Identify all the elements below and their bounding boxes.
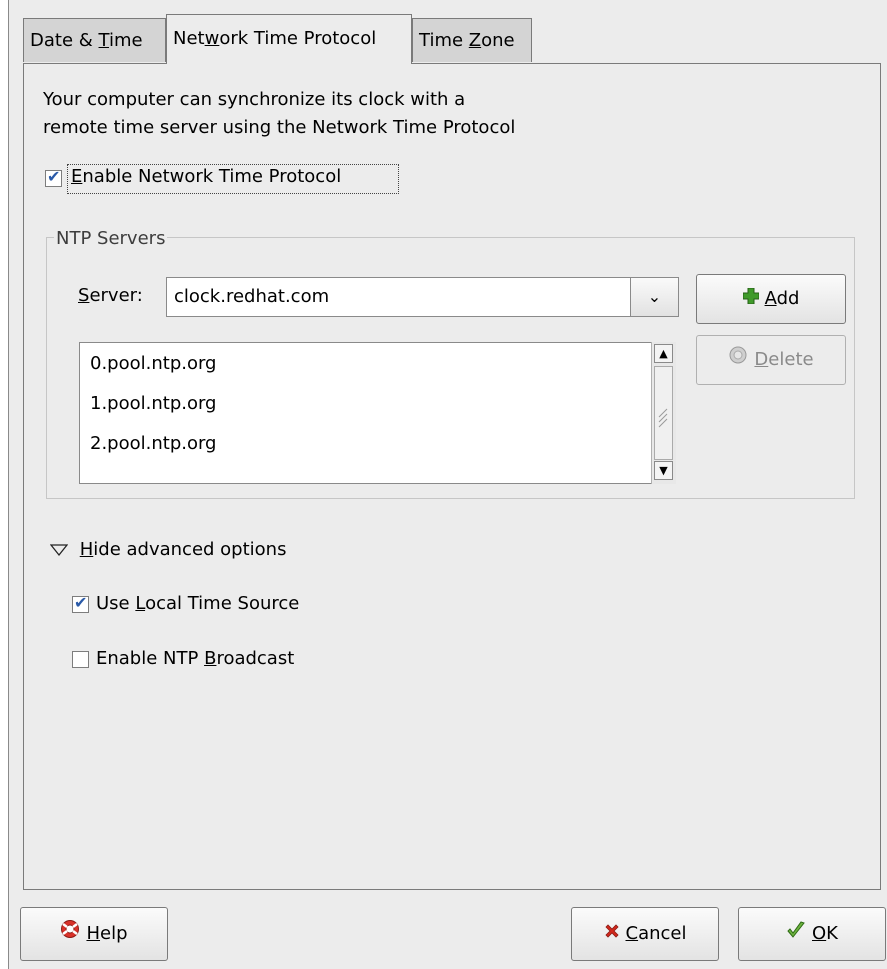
ntp-tab-panel: Your computer can synchronize its clock … <box>23 63 881 890</box>
trash-icon <box>728 336 748 384</box>
tab-ntp-label: Net <box>173 28 205 49</box>
advanced-options-toggle[interactable]: Hide advanced options <box>49 539 287 560</box>
tab-time-zone-mnemonic: Z <box>468 30 482 51</box>
broadcast-label-rest: roadcast <box>216 648 295 669</box>
ntp-server-list[interactable]: 0.pool.ntp.org 1.pool.ntp.org 2.pool.ntp… <box>79 342 676 484</box>
server-input-value: clock.redhat.com <box>174 286 330 307</box>
enable-ntp-label[interactable]: Enable Network Time Protocol <box>71 166 341 187</box>
add-mnemonic: A <box>764 288 777 309</box>
arrow-up-icon: ▲ <box>659 347 668 360</box>
checkmark-icon: ✔ <box>47 167 61 186</box>
enable-ntp-label-rest: nable Network Time Protocol <box>82 166 342 187</box>
help-mnemonic: H <box>86 923 101 944</box>
list-item[interactable]: 0.pool.ntp.org <box>90 353 216 374</box>
cancel-button[interactable]: Cancel <box>571 907 719 961</box>
plus-icon <box>742 275 760 323</box>
broadcast-label-pre: Enable NTP <box>96 648 205 669</box>
local-label-rest: ocal Time Source <box>145 593 300 614</box>
ok-mnemonic: O <box>812 923 827 944</box>
scroll-thumb[interactable] <box>654 366 673 460</box>
help-button[interactable]: Help <box>20 907 168 961</box>
tab-network-time-protocol[interactable]: Network Time Protocol <box>166 14 412 64</box>
tab-date-time-label: Date & <box>30 30 99 51</box>
scroll-up-button[interactable]: ▲ <box>654 344 673 363</box>
delete-mnemonic: D <box>754 349 769 370</box>
description-line-1: Your computer can synchronize its clock … <box>43 89 466 110</box>
server-combo-input[interactable]: clock.redhat.com <box>166 277 679 317</box>
arrow-down-icon: ▼ <box>659 464 668 477</box>
cancel-label-rest: ancel <box>638 923 687 944</box>
cancel-x-icon <box>604 908 620 960</box>
tab-time-zone[interactable]: Time Zone <box>412 18 532 62</box>
tab-date-time-mnemonic: T <box>98 30 109 51</box>
tab-date-time[interactable]: Date & Time <box>23 18 166 62</box>
delete-server-button[interactable]: Delete <box>696 335 846 385</box>
ntp-servers-frame-label: NTP Servers <box>54 228 168 249</box>
advanced-toggle-label: ide advanced options <box>93 539 287 560</box>
checkmark-icon: ✔ <box>74 593 88 612</box>
server-label: Server: <box>78 285 143 306</box>
enable-ntp-broadcast-checkbox[interactable] <box>72 651 89 668</box>
help-label-rest: elp <box>100 923 128 944</box>
delete-label-rest: elete <box>768 349 814 370</box>
local-mnemonic: L <box>135 593 146 614</box>
description-line-2: remote time server using the Network Tim… <box>43 117 516 138</box>
cancel-mnemonic: C <box>625 923 639 944</box>
enable-ntp-checkbox[interactable]: ✔ <box>45 167 62 187</box>
list-item[interactable]: 2.pool.ntp.org <box>90 433 216 454</box>
enable-ntp-mnemonic: E <box>71 166 83 187</box>
lifebuoy-icon <box>60 908 80 960</box>
ok-label-rest: K <box>826 923 838 944</box>
broadcast-mnemonic: B <box>204 648 217 669</box>
enable-ntp-broadcast-label[interactable]: Enable NTP Broadcast <box>96 648 294 669</box>
scroll-down-button[interactable]: ▼ <box>654 461 673 480</box>
use-local-time-source-checkbox[interactable]: ✔ <box>72 593 89 613</box>
triangle-down-icon <box>49 539 80 560</box>
use-local-time-source-label[interactable]: Use Local Time Source <box>96 593 299 614</box>
chevron-down-icon: ⌄ <box>647 287 662 306</box>
tab-ntp-label-rest: ork Time Protocol <box>219 28 377 49</box>
date-time-properties-window: Date & Time Network Time Protocol Time Z… <box>8 0 887 969</box>
local-label-pre: Use <box>96 593 136 614</box>
advanced-toggle-mnemonic: H <box>79 539 94 560</box>
checkmark-icon <box>786 908 806 960</box>
tab-ntp-mnemonic: w <box>204 28 220 49</box>
add-server-button[interactable]: Add <box>696 274 846 324</box>
list-item[interactable]: 1.pool.ntp.org <box>90 393 216 414</box>
server-label-rest: erver: <box>89 285 143 306</box>
grip-icon <box>658 408 668 428</box>
tab-time-zone-label: Time <box>419 30 469 51</box>
tab-time-zone-label-rest: one <box>481 30 515 51</box>
server-dropdown-button[interactable]: ⌄ <box>630 277 679 317</box>
server-label-mnemonic: S <box>78 285 90 306</box>
ok-button[interactable]: OK <box>738 907 886 961</box>
add-label-rest: dd <box>776 288 800 309</box>
tab-date-time-label-rest: ime <box>108 30 143 51</box>
server-list-scrollbar[interactable]: ▲ ▼ <box>651 342 676 484</box>
